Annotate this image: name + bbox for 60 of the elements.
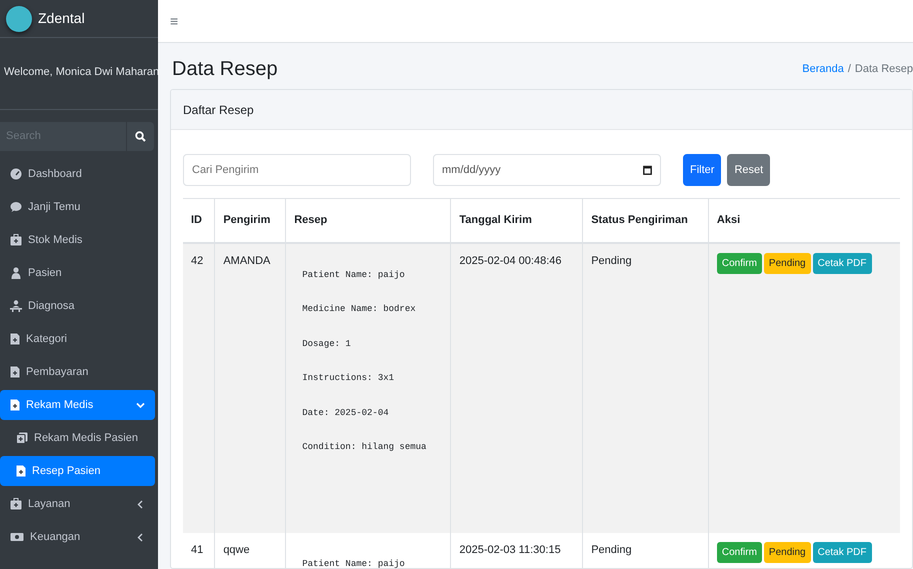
sidebar-item[interactable]: Kategori bbox=[0, 324, 155, 354]
copy-icon bbox=[16, 432, 28, 444]
recipe-line: Medicine Name: bodrex bbox=[302, 303, 417, 316]
sidebar-item[interactable]: Resep Pasien bbox=[0, 456, 155, 486]
breadcrumb-link[interactable]: Beranda bbox=[802, 62, 844, 75]
sidebar-item[interactable]: Janji Temu bbox=[0, 192, 155, 222]
medkit-icon bbox=[10, 498, 22, 510]
recipe-line: Date: 2025-02-04 bbox=[302, 406, 390, 420]
sidebar-item[interactable]: Rekam Medis Pasien bbox=[0, 423, 155, 453]
file-icon bbox=[10, 333, 20, 345]
breadcrumb-current: Data Resep bbox=[854, 62, 913, 75]
search-icon bbox=[135, 131, 146, 142]
card-title: Daftar Resep bbox=[183, 102, 254, 118]
banknote-icon bbox=[10, 531, 24, 543]
page-title: Data Resep bbox=[172, 57, 278, 81]
welcome-text: Welcome, Monica Dwi Maharan bbox=[4, 66, 158, 78]
menu-button[interactable]: ≡ bbox=[170, 10, 178, 32]
recipe-line: Dosage: 1 bbox=[302, 338, 352, 350]
brand-name[interactable]: Zdental bbox=[38, 8, 85, 29]
filter-button[interactable]: Filter bbox=[683, 154, 722, 186]
sidebar-item[interactable]: Keuangan bbox=[0, 522, 155, 552]
medkit-icon bbox=[10, 234, 22, 246]
sidebar-item[interactable]: Dashboard bbox=[0, 159, 155, 189]
chat-bubble-icon bbox=[10, 201, 22, 213]
breadcrumb-separator: / bbox=[848, 62, 851, 75]
search-button[interactable] bbox=[126, 122, 154, 151]
file-icon bbox=[10, 399, 20, 411]
recipe-line: Patient Name: paijo bbox=[302, 558, 406, 568]
date-input[interactable]: mm/dd/yyyy bbox=[433, 154, 661, 186]
user-icon bbox=[10, 267, 22, 279]
chevron-icon bbox=[136, 500, 145, 508]
recipe-line: Condition: hilang semua bbox=[302, 441, 428, 454]
sidebar-item[interactable]: Layanan bbox=[0, 489, 155, 519]
chevron-icon bbox=[136, 400, 145, 410]
sidebar-item[interactable]: Stok Medis bbox=[0, 225, 155, 255]
file-icon bbox=[16, 465, 26, 477]
user-desk-icon bbox=[10, 300, 22, 312]
recipe-line: Patient Name: paijo bbox=[302, 268, 406, 282]
sidebar-item[interactable]: Diagnosa bbox=[0, 291, 155, 321]
recipe-line: Instructions: 3x1 bbox=[302, 372, 396, 385]
gauge-icon bbox=[10, 168, 22, 180]
table-cell: AMANDA bbox=[214, 242, 286, 532]
calendar-icon bbox=[643, 165, 652, 175]
table-cell: 2025-02-03 11:30:15 bbox=[450, 532, 583, 568]
pending-button[interactable]: Pending bbox=[764, 542, 811, 562]
sidebar-item[interactable]: Rekam Medis bbox=[0, 390, 155, 420]
table-cell: qqwe bbox=[214, 532, 286, 568]
table-cell: 42 bbox=[183, 242, 215, 532]
table-cell: Pending bbox=[582, 532, 708, 568]
logo-icon bbox=[6, 6, 32, 32]
pending-button[interactable]: Pending bbox=[764, 252, 811, 274]
file-icon bbox=[10, 366, 20, 378]
sidebar-item[interactable]: Pembayaran bbox=[0, 357, 155, 387]
table-cell: Pending bbox=[582, 242, 708, 532]
search-input[interactable]: Cari Pengirim bbox=[183, 154, 411, 186]
sidebar-item[interactable]: Pasien bbox=[0, 258, 155, 288]
chevron-icon bbox=[136, 532, 145, 542]
table-cell: 2025-02-04 00:48:46 bbox=[450, 242, 583, 532]
reset-button[interactable]: Reset bbox=[727, 154, 770, 186]
table-cell: 41 bbox=[183, 532, 215, 568]
